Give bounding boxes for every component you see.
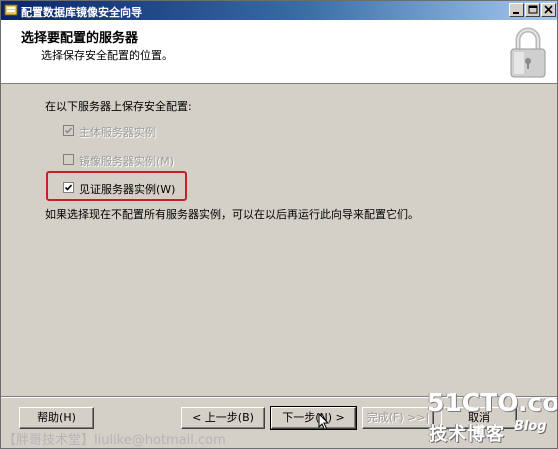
maximize-icon <box>528 5 538 14</box>
author-watermark: 【胖哥技术堂】liulike@hotmail.com <box>3 433 226 448</box>
finish-button[interactable]: 完成(F) >>| <box>362 407 434 429</box>
server-prompt: 在以下服务器上保存安全配置: <box>45 100 192 113</box>
page-subtitle: 选择保存安全配置的位置。 <box>41 49 173 62</box>
mouse-cursor-icon <box>318 413 330 431</box>
close-button[interactable] <box>541 3 556 17</box>
close-icon <box>544 5 553 14</box>
lock-icon <box>510 27 546 78</box>
database-app-icon <box>4 4 18 16</box>
checkbox-unchecked-disabled[interactable] <box>63 154 74 165</box>
checkbox-checked-disabled[interactable] <box>63 125 74 136</box>
site-watermark: 51CTO.com <box>427 388 558 417</box>
minimize-button[interactable] <box>509 3 524 17</box>
maximize-button[interactable] <box>525 3 540 17</box>
help-button[interactable]: 帮助(H) <box>19 407 94 429</box>
blog-watermark-en: Blog <box>514 419 547 434</box>
back-button[interactable]: < 上一步(B) <box>181 407 265 429</box>
blog-watermark-cn: 技术博客 <box>429 424 505 445</box>
minimize-icon <box>513 12 519 14</box>
check-icon <box>64 127 73 134</box>
page-title: 选择要配置的服务器 <box>21 31 139 46</box>
annotation-highlight-box <box>46 171 187 201</box>
checkbox-label: 主体服务器实例 <box>79 126 156 139</box>
next-button[interactable]: 下一步(N) > <box>270 406 357 430</box>
info-note: 如果选择现在不配置所有服务器实例，可以在以后再运行此向导来配置它们。 <box>45 208 419 221</box>
wizard-header: 选择要配置的服务器 选择保存安全配置的位置。 <box>1 20 557 84</box>
window-title: 配置数据库镜像安全向导 <box>21 6 142 19</box>
checkbox-label: 镜像服务器实例(M) <box>79 155 175 168</box>
title-bar[interactable]: 配置数据库镜像安全向导 <box>1 1 557 20</box>
wizard-window: 配置数据库镜像安全向导 选择要配置的服务器 选择保存安全配置的位置。 在以下服务… <box>0 0 558 449</box>
